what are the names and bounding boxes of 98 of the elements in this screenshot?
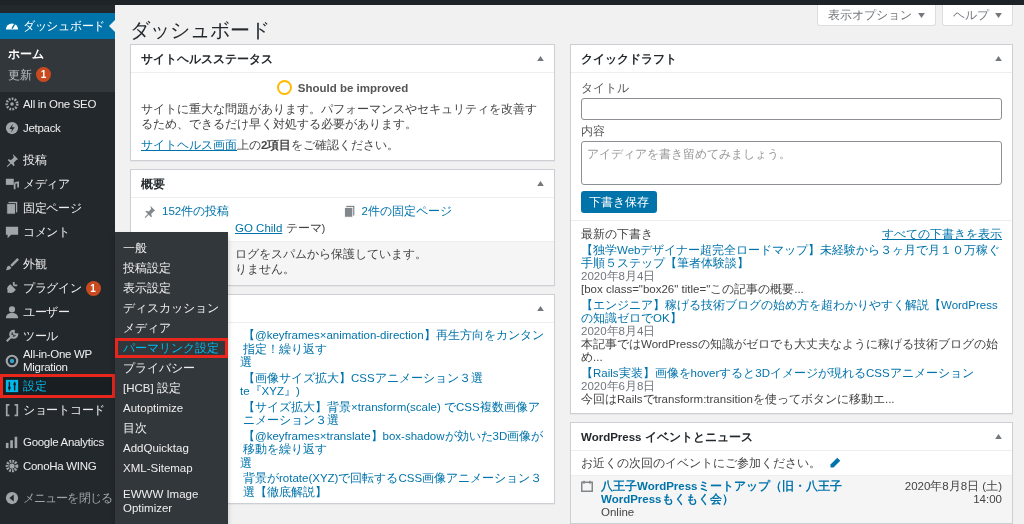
draft-excerpt: [box class="box26" title="この記事の概要... [581,283,805,296]
panel-title: WordPress イベントとニュース [581,429,753,444]
health-link-sentence: サイトヘルス画面上の2項目をご確認ください。 [141,138,401,153]
sliders-icon [5,379,19,393]
draft-excerpt: 今回はRailsでtransform:transitionを使ってボタンに移動エ... [581,393,896,406]
sidebar-item[interactable]: ツール [0,324,115,348]
collapse-menu-button[interactable]: メニューを閉じる [0,486,115,510]
draft-excerpt: 本記事ではWordPressの知識がゼロでも大丈夫なように稼げる技術ブログの始め... [581,338,999,364]
flyout-menu-item[interactable]: 表示設定 [115,278,228,298]
flyout-menu-item[interactable]: プライバシー [115,358,228,378]
count-badge: 1 [36,67,51,82]
count-link[interactable]: 2件の固定ページ [361,204,452,218]
flyout-menu-item[interactable]: ディスカッション [115,298,228,318]
notice-line: りません。 [235,262,296,277]
collapse-arrow-icon[interactable] [537,56,544,61]
flyout-menu-item[interactable]: メディア [115,318,228,338]
pages-icon [342,204,356,218]
notice-line: ログをスパムから保護しています。 [235,247,428,262]
drafts-heading: 最新の下書き [581,227,653,241]
flyout-menu-item[interactable]: Autoptimize [115,398,228,418]
flyout-menu-item[interactable]: 一般 [115,238,228,258]
event-time: 14:00 [973,493,1002,506]
draft-date: 2020年6月8日 [581,380,656,393]
sidebar-item[interactable]: コメント [0,220,115,244]
count-badge: 1 [85,280,101,296]
sidebar-item[interactable]: Jetpack [0,116,115,140]
panel-title: サイトヘルスステータス [141,51,273,66]
submenu-item[interactable]: 更新 1 [0,64,115,85]
brush-icon [5,257,19,271]
screen-meta-button[interactable]: 表示オプション [817,5,936,26]
person-icon [5,305,19,319]
event-date: 2020年8月8日 (土) [904,480,1002,493]
sidebar-item[interactable]: ユーザー [0,300,115,324]
site-health-link[interactable]: サイトヘルス画面 [141,139,237,151]
content-textarea[interactable]: アイディアを書き留めてみましょう。 [581,141,1002,185]
sidebar-item[interactable]: ショートコード [0,398,115,422]
draft-link[interactable]: 【独学Webデザイナー超完全ロードマップ】未経験から３ヶ月で月１０万稼ぐ手順５ステップ【筆者体験談】 [581,244,1002,270]
event-link[interactable]: 八王子WordPressミートアップ（旧・八王子WordPressもくもく会） [601,480,861,506]
panel-title: クイックドラフト [581,51,677,66]
gear-icon [5,459,19,473]
page-title: ダッシュボード [130,18,270,43]
flyout-menu-item[interactable]: XML-Sitemap [115,458,228,478]
status-label: Should be improved [297,80,409,95]
sidebar-item[interactable]: プラグイン 1 [0,276,115,300]
panel-title: 概要 [141,176,165,191]
sidebar-item[interactable]: 投稿 [0,148,115,172]
ring-icon [5,354,19,368]
pages-icon [5,201,19,215]
submenu-item[interactable]: ホーム [0,44,115,64]
gear-icon [5,97,19,111]
flyout-menu-item[interactable]: 目次 [115,418,228,438]
sidebar-item[interactable]: メディア [0,172,115,196]
flyout-menu-item[interactable]: EWWW Image Optimizer [115,484,228,518]
save-draft-button[interactable]: 下書き保存 [581,191,657,213]
pin-icon [5,153,19,167]
bolt-circle-icon [5,121,19,135]
sidebar-item[interactable]: Google Analytics [0,430,115,454]
collapse-arrow-icon[interactable] [995,434,1002,439]
brackets-icon [5,403,19,417]
sidebar-item[interactable]: ダッシュボード [0,13,115,39]
flyout-menu-item[interactable]: パーマリンク設定 [115,338,228,358]
collapse-arrow-icon[interactable] [537,181,544,186]
event-location: Online [601,506,635,519]
sidebar-item[interactable]: ConoHa WING [0,454,115,478]
sidebar-item[interactable]: 固定ページ [0,196,115,220]
sidebar-item[interactable]: 外観 [0,252,115,276]
health-description: サイトに重大な問題があります。パフォーマンスやセキュリティを改善するため、できるだけ早く対処する必要があります。 [141,102,538,132]
view-all-drafts-link[interactable]: すべての下書きを表示 [882,227,1002,241]
pencil-icon[interactable] [829,457,841,469]
collapse-arrow-icon[interactable] [995,56,1002,61]
collapse-arrow-icon[interactable] [537,306,544,311]
flyout-menu-item[interactable]: 投稿設定 [115,258,228,278]
arrow-circle-icon [5,491,19,505]
events-intro: お近くの次回のイベントにご参加ください。 [581,456,821,470]
screen-meta-button[interactable]: ヘルプ [942,5,1013,26]
draft-date: 2020年8月4日 [581,325,656,338]
draft-link[interactable]: 【Rails実装】画像をhoverすると3Dイメージが現れるCSSアニメーション [581,367,974,380]
sidebar-item[interactable]: All in One SEO [0,92,115,116]
field-label: タイトル [581,81,630,95]
speech-bubble-icon [5,225,19,239]
sidebar-item[interactable]: All-in-One WP Migration [0,348,115,374]
draft-link[interactable]: 【エンジニア】稼げる技術ブログの始め方を超わかりやすく解説【WordPressの知識ゼロでOK】 [581,299,1002,325]
title-input-field[interactable] [581,98,1002,120]
caret-icon [995,12,1002,18]
field-label: 内容 [581,124,606,138]
theme-link[interactable]: GO Child [235,222,283,234]
calendar-icon [581,480,593,492]
flyout-menu-item[interactable]: AddQuicktag [115,438,228,458]
caret-icon [918,12,925,18]
bar-chart-icon [5,435,19,449]
flyout-menu-item[interactable]: [HCB] 設定 [115,378,228,398]
count-link[interactable]: 152件の投稿 [162,204,230,218]
sidebar-item[interactable]: 設定 [0,374,115,398]
status-ring-icon [276,80,292,95]
wrench-icon [5,329,19,343]
draft-date: 2020年8月4日 [581,270,656,283]
theme-sentence: GO Child テーマ) [234,221,327,236]
pin-icon [143,204,156,218]
